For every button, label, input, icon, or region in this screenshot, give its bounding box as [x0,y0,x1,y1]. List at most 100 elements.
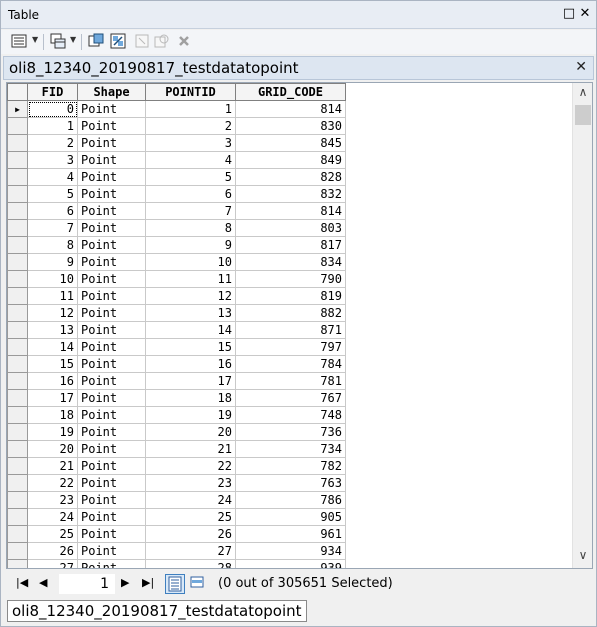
close-window-icon[interactable]: ✕ [577,6,593,22]
delete-selected-icon[interactable] [176,33,194,51]
cell-grid-code[interactable]: 849 [235,151,346,169]
cell-fid[interactable]: 15 [27,355,78,373]
cell-shape[interactable]: Point [77,406,146,424]
cell-pointid[interactable]: 12 [145,287,236,305]
table-row[interactable]: 16 Point 17 781 [7,372,346,390]
cell-fid[interactable]: 19 [27,423,78,441]
cell-grid-code[interactable]: 961 [235,525,346,543]
table-row[interactable]: 24 Point 25 905 [7,508,346,526]
cell-shape[interactable]: Point [77,525,146,543]
row-selector[interactable] [7,321,28,339]
current-row-indicator-icon[interactable]: ▶ [7,100,28,118]
row-selector[interactable] [7,287,28,305]
show-all-records-icon[interactable] [165,574,185,594]
cell-shape[interactable]: Point [77,100,146,118]
cell-shape[interactable]: Point [77,457,146,475]
cell-pointid[interactable]: 19 [145,406,236,424]
table-row[interactable]: 23 Point 24 786 [7,491,346,509]
table-row[interactable]: 21 Point 22 782 [7,457,346,475]
cell-shape[interactable]: Point [77,202,146,220]
cell-pointid[interactable]: 2 [145,117,236,135]
cell-pointid[interactable]: 10 [145,253,236,271]
cell-grid-code[interactable]: 882 [235,304,346,322]
cell-pointid[interactable]: 21 [145,440,236,458]
table-row[interactable]: 22 Point 23 763 [7,474,346,492]
table-row[interactable]: 19 Point 20 736 [7,423,346,441]
cell-pointid[interactable]: 22 [145,457,236,475]
cell-pointid[interactable]: 16 [145,355,236,373]
cell-grid-code[interactable]: 784 [235,355,346,373]
cell-grid-code[interactable]: 828 [235,168,346,186]
cell-fid[interactable]: 2 [27,134,78,152]
cell-shape[interactable]: Point [77,338,146,356]
cell-fid[interactable]: 10 [27,270,78,288]
row-selector[interactable] [7,168,28,186]
table-row[interactable]: 27 Point 28 939 [7,559,346,568]
cell-grid-code[interactable]: 734 [235,440,346,458]
cell-shape[interactable]: Point [77,236,146,254]
cell-pointid[interactable]: 4 [145,151,236,169]
cell-grid-code[interactable]: 871 [235,321,346,339]
column-header-pointid[interactable]: POINTID [145,83,236,101]
cell-fid[interactable]: 24 [27,508,78,526]
cell-pointid[interactable]: 25 [145,508,236,526]
table-row[interactable]: 2 Point 3 845 [7,134,346,152]
bottom-table-tab[interactable]: oli8_12340_20190817_testdatatopoint [7,600,307,622]
cell-grid-code[interactable]: 736 [235,423,346,441]
table-row[interactable]: 7 Point 8 803 [7,219,346,237]
cell-shape[interactable]: Point [77,287,146,305]
cell-grid-code[interactable]: 817 [235,236,346,254]
switch-selection-icon[interactable] [110,33,128,51]
row-selector[interactable] [7,304,28,322]
row-selector[interactable] [7,406,28,424]
cell-shape[interactable]: Point [77,134,146,152]
cell-grid-code[interactable]: 834 [235,253,346,271]
table-row[interactable]: 1 Point 2 830 [7,117,346,135]
select-by-attributes-icon[interactable] [88,33,106,51]
cell-pointid[interactable]: 8 [145,219,236,237]
cell-fid[interactable]: 6 [27,202,78,220]
cell-shape[interactable]: Point [77,151,146,169]
cell-shape[interactable]: Point [77,117,146,135]
cell-pointid[interactable]: 15 [145,338,236,356]
current-record-field[interactable]: 1 [59,574,115,594]
row-selector[interactable] [7,355,28,373]
row-selector[interactable] [7,559,28,568]
cell-grid-code[interactable]: 790 [235,270,346,288]
table-row[interactable]: 8 Point 9 817 [7,236,346,254]
cell-grid-code[interactable]: 767 [235,389,346,407]
cell-fid[interactable]: 14 [27,338,78,356]
cell-fid[interactable]: 9 [27,253,78,271]
column-header-fid[interactable]: FID [27,83,78,101]
cell-fid[interactable]: 0 [27,100,78,118]
related-tables-dropdown-icon[interactable]: ▼ [70,35,76,44]
row-selector[interactable] [7,423,28,441]
cell-pointid[interactable]: 5 [145,168,236,186]
row-selector[interactable] [7,202,28,220]
cell-fid[interactable]: 5 [27,185,78,203]
cell-grid-code[interactable]: 832 [235,185,346,203]
cell-pointid[interactable]: 23 [145,474,236,492]
cell-pointid[interactable]: 1 [145,100,236,118]
cell-pointid[interactable]: 26 [145,525,236,543]
cell-pointid[interactable]: 20 [145,423,236,441]
cell-grid-code[interactable]: 845 [235,134,346,152]
cell-grid-code[interactable]: 814 [235,202,346,220]
table-row[interactable]: 5 Point 6 832 [7,185,346,203]
restore-icon[interactable]: □ [561,6,577,22]
table-row[interactable]: 15 Point 16 784 [7,355,346,373]
cell-fid[interactable]: 12 [27,304,78,322]
row-selector[interactable] [7,270,28,288]
table-row[interactable]: 14 Point 15 797 [7,338,346,356]
cell-pointid[interactable]: 6 [145,185,236,203]
cell-pointid[interactable]: 24 [145,491,236,509]
cell-fid[interactable]: 17 [27,389,78,407]
cell-shape[interactable]: Point [77,270,146,288]
table-options-icon[interactable] [11,33,29,51]
cell-shape[interactable]: Point [77,304,146,322]
cell-grid-code[interactable]: 786 [235,491,346,509]
cell-fid[interactable]: 26 [27,542,78,560]
table-row[interactable]: 25 Point 26 961 [7,525,346,543]
cell-shape[interactable]: Point [77,185,146,203]
show-selected-records-icon[interactable] [188,574,208,594]
